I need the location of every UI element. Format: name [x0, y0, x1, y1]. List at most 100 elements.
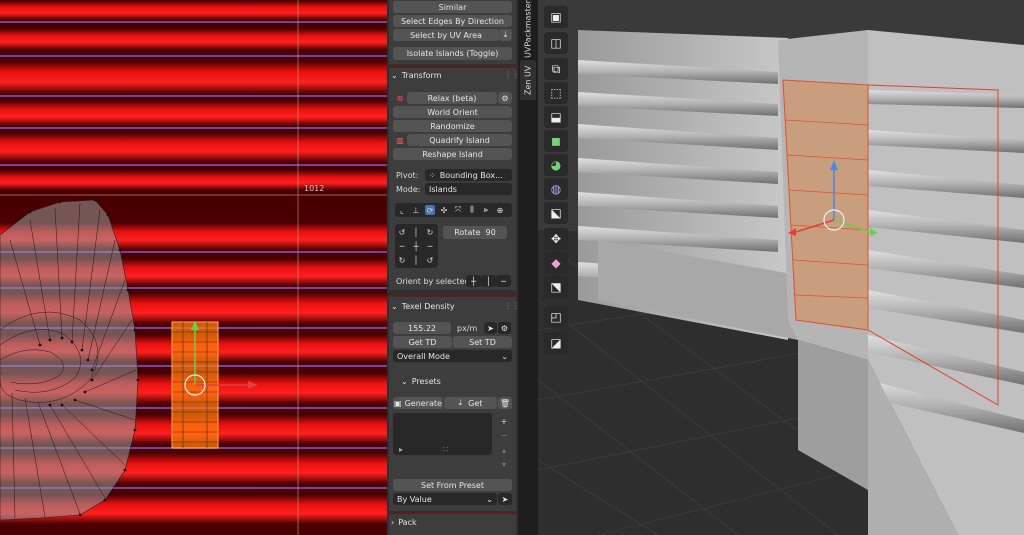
pivot-dropdown[interactable]: ⁘ Bounding Box... — [425, 169, 512, 181]
align-bottom-left-icon[interactable]: ⌞ — [397, 205, 407, 215]
set-from-preset-button[interactable]: Set From Preset — [393, 479, 512, 491]
quadrify-icon: ▥ — [396, 135, 404, 145]
get-preset-button[interactable]: ⤓ Get — [444, 397, 497, 409]
rotate-ccw-bottom-icon[interactable]: ↻ — [397, 255, 407, 265]
gear-icon: ⚙ — [500, 323, 509, 333]
section-divider — [387, 512, 518, 513]
texel-density-header[interactable]: ⌄ Texel Density — [391, 302, 455, 311]
transform-header[interactable]: ⌄ Transform — [391, 71, 442, 80]
move-up-icon[interactable]: ▴ — [499, 445, 509, 455]
eyedropper-button[interactable]: ➤ — [484, 322, 497, 334]
fit-icon[interactable]: ⤧ — [453, 205, 463, 215]
select-edges-by-direction-button[interactable]: Select Edges By Direction — [393, 15, 512, 27]
list-resize-icon[interactable]: ∷ — [443, 445, 448, 454]
world-orient-button[interactable]: World Orient — [393, 106, 512, 118]
rotate-cw-icon[interactable]: ↻ — [425, 227, 435, 237]
transform-tool-icon[interactable]: ◰ — [544, 306, 568, 328]
rotate-value: 90 — [485, 228, 496, 237]
align-bottom-icon[interactable]: ⊥ — [411, 205, 421, 215]
shrink-fatten-icon[interactable]: ✥ — [544, 228, 568, 250]
reshape-island-button[interactable]: Reshape Island — [393, 148, 512, 160]
edge-slide-icon[interactable]: ⬕ — [544, 202, 568, 224]
orient-vertical-button[interactable]: │ — [481, 275, 496, 287]
bevel-icon[interactable]: ⧉ — [544, 58, 568, 80]
inset-faces-icon[interactable]: ◫ — [544, 32, 568, 54]
td-mode-dropdown[interactable]: Overall Mode ⌄ — [393, 350, 512, 362]
presets-header[interactable]: ⌄ Presets — [401, 377, 441, 386]
vertical-line-icon: │ — [486, 276, 491, 286]
tab-uvpackmaster[interactable]: UVPackmaster — [520, 0, 536, 58]
isolate-islands-button[interactable]: Isolate Islands (Toggle) — [393, 47, 512, 60]
select-by-uv-area-button[interactable]: Select by UV Area — [393, 29, 499, 41]
list-expand-icon[interactable]: ▸ — [399, 445, 403, 454]
quadrify-island-button[interactable]: Quadrify Island — [407, 134, 512, 146]
rotate-field[interactable]: Rotate 90 — [443, 226, 507, 239]
by-value-pick-button[interactable]: ➤ — [498, 493, 512, 505]
randomize-button[interactable]: Randomize — [393, 120, 512, 132]
unit-label: px/m — [457, 324, 478, 333]
add-preset-icon[interactable]: + — [499, 416, 509, 426]
blender-window: 1012 Similar Select Edges By Direction S… — [0, 0, 1024, 535]
knife-icon[interactable]: ⬓ — [544, 106, 568, 128]
uv-tile-label: 1012 — [304, 184, 325, 193]
rip-region-icon[interactable]: ⬔ — [544, 276, 568, 298]
viewport-scene[interactable] — [538, 0, 1024, 535]
chevron-down-icon: ⌄ — [401, 377, 408, 386]
grid-icon[interactable]: ⊕ — [495, 205, 505, 215]
measure-icon[interactable]: ◪ — [544, 332, 568, 354]
center-cross-icon[interactable]: ┼ — [411, 241, 421, 251]
orient-horizontal-button[interactable]: ─ — [496, 275, 511, 287]
delete-preset-button[interactable]: 🗑 — [498, 397, 512, 409]
add-cube-icon[interactable]: ▣ — [544, 6, 568, 28]
select-by-uv-area-options[interactable]: ⤓ — [499, 29, 512, 41]
arrow-down-icon[interactable]: │ — [411, 255, 421, 265]
align-right-icon[interactable]: ⫸ — [481, 205, 491, 215]
uv-island-circle — [0, 199, 139, 521]
tab-zen-uv[interactable]: Zen UV — [520, 60, 536, 100]
by-value-dropdown[interactable]: By Value ⌄ — [393, 493, 497, 505]
spin-icon[interactable]: ◕ — [544, 154, 568, 176]
similar-button[interactable]: Similar — [393, 1, 512, 13]
drag-handle-icon[interactable]: ⋮⋮ — [504, 70, 518, 79]
distribute-icon[interactable]: ⫼ — [467, 205, 477, 215]
chevron-right-icon: › — [391, 518, 395, 527]
rotate-active-icon[interactable]: ⟳ — [425, 205, 435, 215]
cross-icon: ┼ — [471, 276, 476, 286]
uv-editor[interactable]: 1012 — [0, 0, 387, 535]
relax-button[interactable]: Relax (beta) — [407, 92, 497, 104]
smooth-icon[interactable]: ◍ — [544, 178, 568, 200]
remove-preset-icon[interactable]: − — [499, 430, 509, 440]
poly-build-icon[interactable]: ◼ — [544, 130, 568, 152]
drag-handle-icon[interactable]: ⋮⋮ — [504, 301, 518, 310]
chevron-down-icon: ⌄ — [501, 351, 508, 361]
uv-texture-canvas[interactable] — [0, 0, 387, 535]
rotate-ccw-icon[interactable]: ↺ — [397, 227, 407, 237]
arrow-up-icon[interactable]: │ — [411, 227, 421, 237]
pack-header[interactable]: › Pack — [391, 518, 417, 527]
section-divider — [387, 66, 518, 67]
orient-label: Orient by selected — [396, 277, 470, 286]
arrow-left-icon[interactable]: ─ — [397, 241, 407, 251]
3d-viewport[interactable]: ▣ ◫ ⧉ ⬚ ⬓ ◼ ◕ ◍ ⬕ ✥ ◆ ⬔ ◰ ◪ — [538, 0, 1024, 535]
cursor-icon: ➤ — [501, 494, 509, 504]
arrow-right-icon[interactable]: ─ — [425, 241, 435, 251]
rotate-cw-bottom-icon[interactable]: ↺ — [425, 255, 435, 265]
mode-dropdown[interactable]: Islands — [425, 183, 512, 195]
td-settings-button[interactable]: ⚙ — [498, 322, 511, 334]
relax-settings-button[interactable]: ⚙ — [498, 92, 512, 104]
set-td-button[interactable]: Set TD — [453, 336, 512, 348]
zen-uv-panel: Similar Select Edges By Direction Select… — [387, 0, 518, 535]
by-value-label: By Value — [397, 494, 432, 504]
orient-cross-button[interactable]: ┼ — [466, 275, 481, 287]
align-center-icon[interactable]: ✣ — [439, 205, 449, 215]
shear-icon[interactable]: ◆ — [544, 252, 568, 274]
texel-density-title: Texel Density — [401, 302, 455, 311]
loop-cut-icon[interactable]: ⬚ — [544, 82, 568, 104]
texel-density-value-field[interactable]: 155.22 — [393, 322, 451, 334]
relax-icon: ⊛ — [396, 93, 404, 103]
trash-icon: 🗑 — [499, 398, 511, 408]
cursor-icon: ➤ — [487, 323, 494, 333]
move-down-icon[interactable]: ▾ — [499, 459, 509, 469]
generate-button[interactable]: ▣ Generate — [393, 397, 443, 409]
get-td-button[interactable]: Get TD — [393, 336, 452, 348]
